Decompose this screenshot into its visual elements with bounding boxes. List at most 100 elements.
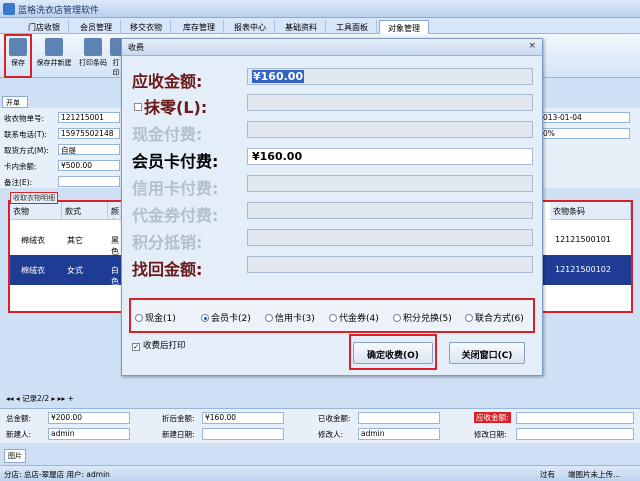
grid-cell-color[interactable]: 白色 [108,265,122,287]
save-and-new-button[interactable]: 保存并新建 [34,36,74,76]
note-label: 备注(E): [4,178,33,187]
created-date-field [202,428,284,440]
option-points[interactable]: 积分兑换(5) [393,311,452,324]
option-combined[interactable]: 联合方式(6) [465,311,524,324]
paid-label: 已收金额: [318,414,351,423]
card-balance-field: ¥500.00 [58,160,120,171]
due-amount-field[interactable]: ¥160.00 [247,68,533,85]
option-voucher[interactable]: 代金券(4) [329,311,379,324]
grid-tab[interactable]: 收取衣物明细 [10,192,58,204]
creator-label: 新建人: [6,430,32,439]
grid-cell-code[interactable]: 12121500101 [552,235,614,244]
close-window-button[interactable]: 关闭窗口(C) [449,342,525,364]
receipt-no-label: 收衣物单号: [4,114,45,123]
pickup-label: 取货方式(M): [4,146,49,155]
member-pay-field[interactable]: ¥160.00 [247,148,533,165]
discount-label: 折后金额: [162,414,195,423]
radio-icon [329,314,337,322]
creator-field: admin [48,428,130,440]
dialog-title: 收费 [128,43,144,52]
close-icon[interactable]: × [528,41,536,51]
grid-header-color: 颜色 [108,202,122,220]
radio-selected-icon [201,314,209,322]
total-label: 总金额: [6,414,32,423]
option-credit-card[interactable]: 信用卡(3) [265,311,315,324]
points-field[interactable] [247,229,533,246]
image-tab[interactable]: 图片 [4,449,26,463]
date-field[interactable]: 013-01-04 [540,112,630,123]
tab-tools[interactable]: 工具面板 [328,20,377,34]
tab-store-checkout[interactable]: 门店收银 [20,20,69,34]
app-title: 蓝格洗衣店管理软件 [18,6,100,16]
status-bar: 分店: 总店-翠屋店 用户: admin 过有 端图片未上传... [0,465,640,481]
paid-field [358,412,440,424]
due-label: 应收金额: [474,412,511,423]
grid-header-code: 衣物条码 [550,202,631,220]
modified-date-field [516,428,634,440]
pager: ◂◂ ◂ 记录2/2 ▸ ▸▸ + [6,393,166,405]
option-cash[interactable]: 现金(1) [135,311,176,324]
radio-icon [393,314,401,322]
pager-text: 记录2/2 [22,394,50,403]
note-field[interactable] [58,176,120,187]
modifier-label: 修改人: [318,430,344,439]
round-label: 抹零(L): [144,98,208,117]
pager-nav-icon[interactable]: ▸ ▸▸ + [52,394,74,403]
payment-method-group: 现金(1) 会员卡(2) 信用卡(3) 代金券(4) 积分兑换(5) 联合方式(… [129,298,535,333]
member-pay-label: 会员卡付费: [132,152,219,171]
print-barcode-button[interactable]: 打印条码 [75,36,111,76]
app-icon [3,3,15,15]
radio-icon [465,314,473,322]
option-member-card[interactable]: 会员卡(2) [201,311,251,324]
change-field [247,256,533,273]
grid-header-style: 款式 [62,202,108,220]
round-field[interactable] [247,94,533,111]
grid-cell-code[interactable]: 12121500102 [552,265,614,274]
phone-field[interactable]: 15975502148 [58,128,120,139]
grid-header-item: 衣物 [10,202,62,220]
card-balance-label: 卡内余额: [4,162,37,171]
credit-pay-field[interactable] [247,175,533,192]
printer-icon [84,38,102,56]
payment-dialog: 收费 × 应收金额: ¥160.00 抹零(L): 现金付费: 会员卡付费: ¥… [121,38,543,376]
grid-cell-item[interactable]: 棉绒衣 [18,235,48,246]
radio-icon [135,314,143,322]
tab-basic-data[interactable]: 基础资料 [277,20,326,34]
modified-date-label: 修改日期: [474,430,507,439]
tab-member[interactable]: 会员管理 [72,20,121,34]
tab-transfer[interactable]: 移交衣物 [122,20,171,34]
cash-pay-label: 现金付费: [132,125,203,144]
status-right-1: 过有 [540,470,555,479]
doc-tab[interactable]: 开单 [2,96,28,108]
dialog-title-bar: 收费 × [122,39,542,56]
phone-label: 联系电话(T): [4,130,47,139]
modifier-field: admin [358,428,440,440]
grid-cell-item[interactable]: 棉绒衣 [18,265,48,276]
save-button[interactable]: 保存 [4,34,32,78]
tab-object-manage[interactable]: 对象管理 [379,20,429,34]
grid-cell-color[interactable]: 黑色 [108,235,122,257]
pickup-select[interactable]: 自提 [58,144,120,155]
confirm-payment-button[interactable]: 确定收费(O) [353,342,433,364]
tab-reports[interactable]: 报表中心 [226,20,275,34]
grid-cell-style[interactable]: 其它 [64,235,86,246]
print-after-checkbox[interactable]: ✓ 收费后打印 [132,339,186,351]
due-field [516,412,634,424]
status-right-2: 端图片未上传... [568,470,621,479]
change-label: 找回金额: [132,260,203,279]
receipt-no-field[interactable]: 121215001 [58,112,120,123]
discount-rate-field[interactable]: 0% [540,128,630,139]
title-bar: 蓝格洗衣店管理软件 [0,0,640,18]
menu-tabs: 门店收银 会员管理 移交衣物 库存管理 报表中心 基础资料 工具面板 对象管理 [0,18,640,34]
voucher-pay-field[interactable] [247,202,533,219]
summary-panel: 总金额: ¥200.00 折后金额: ¥160.00 已收金额: 应收金额: 新… [0,408,640,443]
save-icon [9,38,27,56]
round-checkbox[interactable] [134,103,142,111]
points-label: 积分抵销: [132,233,203,252]
grid-cell-style[interactable]: 女式 [64,265,86,276]
voucher-pay-label: 代金券付费: [132,206,219,225]
pager-nav-icon[interactable]: ◂◂ ◂ [6,394,22,403]
checkmark-icon: ✓ [132,343,140,351]
cash-pay-field[interactable] [247,121,533,138]
tab-inventory[interactable]: 库存管理 [175,20,224,34]
